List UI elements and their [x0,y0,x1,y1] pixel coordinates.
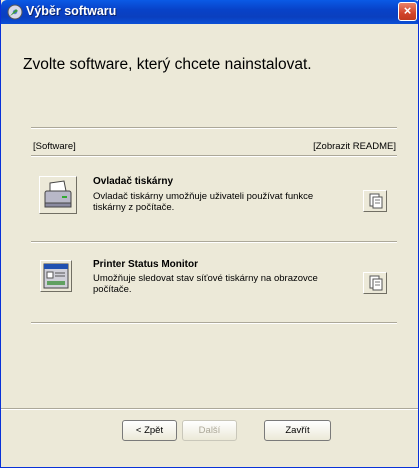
item-description: Ovladač tiskárny umožňuje uživateli použ… [93,191,314,213]
status-monitor-icon [43,263,69,289]
document-icon [369,275,383,291]
divider [31,322,397,324]
cd-installer-icon [7,4,23,20]
readme-button[interactable] [363,190,387,212]
next-button[interactable]: Další [182,420,237,441]
window-title: Výběr softwaru [26,4,117,18]
divider [31,155,397,157]
close-button[interactable]: Zavřít [264,420,331,441]
page-heading: Zvolte software, který chcete nainstalov… [23,56,312,73]
item-description: Umožňuje sledovat stav síťové tiskárny n… [93,273,318,295]
software-column-header: [Software] [33,141,76,152]
install-printer-driver-button[interactable] [39,176,77,214]
readme-button[interactable] [363,272,387,294]
document-icon [369,193,383,209]
back-button[interactable]: < Zpět [122,420,177,441]
close-window-button[interactable]: × [398,2,417,21]
printer-icon [44,180,72,208]
installer-window: Výběr softwaru × Zvolte software, který … [0,0,419,468]
title-bar[interactable]: Výběr softwaru × [1,0,418,24]
install-status-monitor-button[interactable] [40,260,72,292]
item-name: Ovladač tiskárny [93,176,174,187]
readme-column-header: [Zobrazit README] [313,141,396,152]
item-name: Printer Status Monitor [93,259,199,270]
divider [31,127,397,129]
footer-divider [1,408,418,410]
divider [31,241,397,243]
